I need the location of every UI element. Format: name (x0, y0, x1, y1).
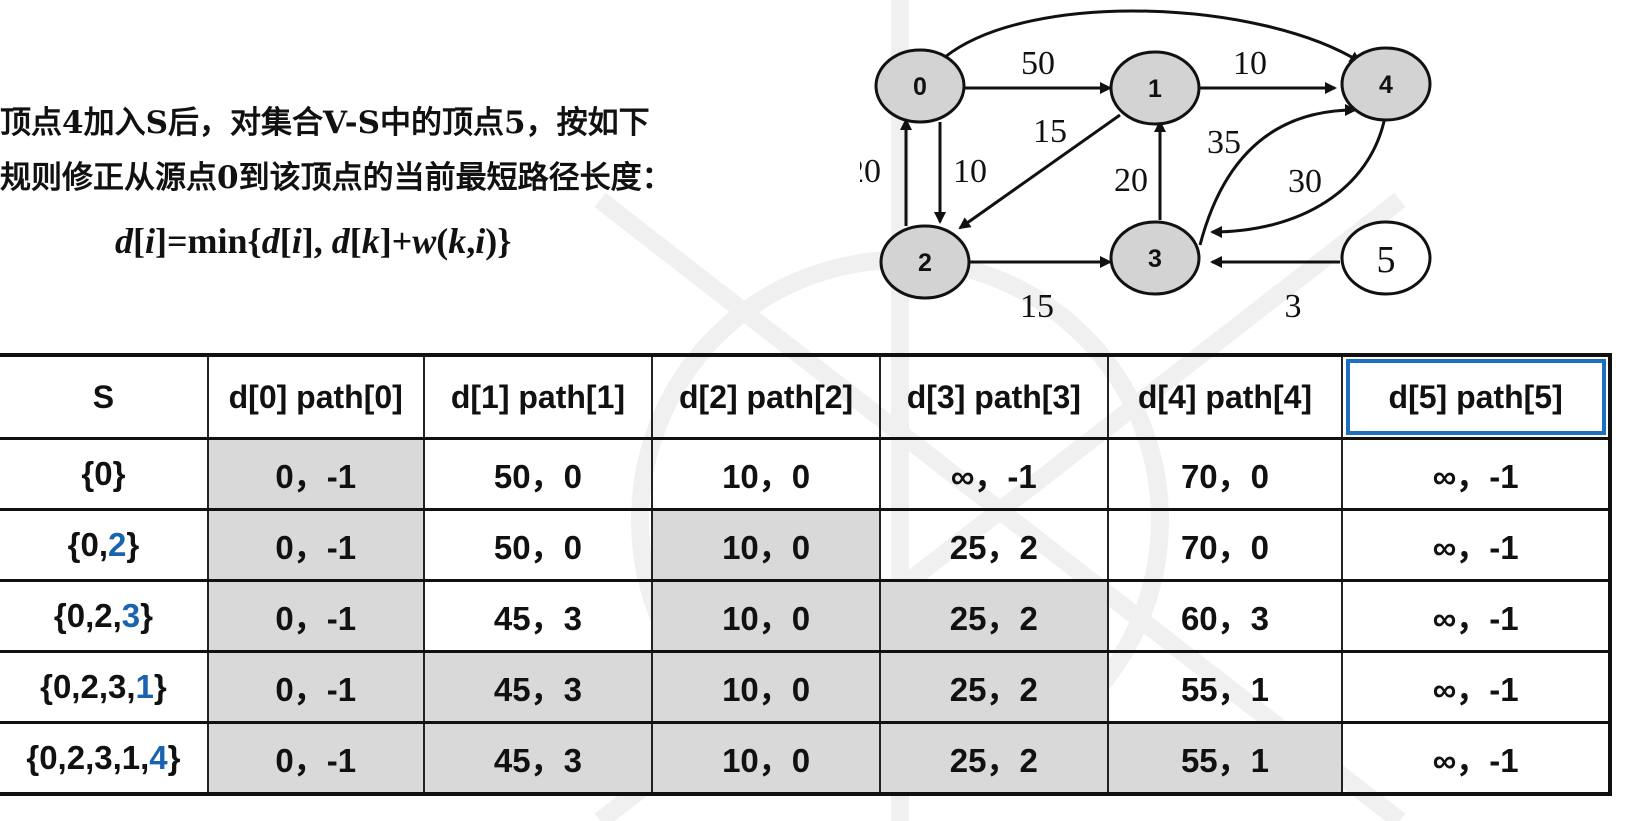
node-label-2: 2 (918, 249, 932, 277)
cell-d3: 25，2 (879, 721, 1109, 795)
header-d0: d[0] path[0] (207, 354, 425, 440)
weight-2-3: 15 (1020, 288, 1054, 325)
relaxation-formula: d[i]=min{d[i], d[k]+w(k,i)} (115, 221, 512, 261)
weight-0-1: 50 (1021, 45, 1055, 82)
description-line-2: 规则修正从源点0到该顶点的当前最短路径长度： (0, 160, 673, 196)
table-row: {0,2,3,1,4} 0，-1 45，3 10，0 25，2 55，1 ∞，-… (0, 721, 1611, 795)
header-d5-highlighted: d[5] path[5] (1342, 354, 1611, 440)
description-text: 顶点4加入S后，对集合V-S中的顶点5，按如下 规则修正从源点0到该顶点的当前最… (0, 96, 673, 206)
table-header-row: S d[0] path[0] d[1] path[1] d[2] path[2]… (0, 354, 1611, 440)
header-d3: d[3] path[3] (879, 354, 1109, 440)
cell-d2: 10，0 (652, 721, 881, 795)
header-d1: d[1] path[1] (423, 354, 654, 440)
weighted-digraph: 0 1 4 2 3 5 50 10 15 20 10 20 35 30 15 3 (860, 9, 1432, 325)
set-s-cell: {0,2,3,1} (0, 650, 209, 724)
cell-d0: 0，-1 (207, 721, 425, 795)
cell-d0: 0，-1 (207, 437, 425, 511)
weight-5-3: 3 (1285, 288, 1302, 325)
cell-d2: 10，0 (652, 508, 881, 582)
cell-d4: 55，1 (1107, 650, 1344, 724)
table-row: {0} 0，-1 50，0 10，0 ∞，-1 70，0 ∞，-1 (0, 437, 1611, 511)
cell-d5: ∞，-1 (1342, 508, 1611, 582)
cell-d5: ∞，-1 (1342, 650, 1611, 724)
node-label-5: 5 (1377, 239, 1396, 281)
weight-2-0: 20 (860, 153, 881, 190)
cell-d0: 0，-1 (207, 508, 425, 582)
weight-4-3: 30 (1288, 163, 1322, 200)
cell-d1: 50，0 (423, 508, 654, 582)
cell-d4: 70，0 (1107, 437, 1344, 511)
header-d4: d[4] path[4] (1107, 354, 1344, 440)
cell-d0: 0，-1 (207, 579, 425, 653)
table-row: {0,2,3,1} 0，-1 45，3 10，0 25，2 55，1 ∞，-1 (0, 650, 1611, 724)
header-s: S (0, 354, 209, 440)
cell-d2: 10，0 (652, 437, 881, 511)
dijkstra-table: S d[0] path[0] d[1] path[1] d[2] path[2]… (0, 353, 1612, 796)
cell-d3: 25，2 (879, 579, 1109, 653)
node-label-4: 4 (1379, 71, 1393, 99)
weight-3-4: 35 (1207, 124, 1241, 161)
cell-d5: ∞，-1 (1342, 437, 1611, 511)
cell-d5: ∞，-1 (1342, 721, 1611, 795)
weight-1-2: 15 (1033, 113, 1067, 150)
node-label-3: 3 (1148, 245, 1162, 273)
header-d2: d[2] path[2] (652, 354, 881, 440)
weight-0-2: 10 (953, 153, 987, 190)
description-line-1: 顶点4加入S后，对集合V-S中的顶点5，按如下 (0, 105, 650, 141)
cell-d2: 10，0 (652, 650, 881, 724)
cell-d4: 60，3 (1107, 579, 1344, 653)
cell-d1: 45，3 (423, 650, 654, 724)
cell-d2: 10，0 (652, 579, 881, 653)
cell-d4: 70，0 (1107, 508, 1344, 582)
cell-d3: ∞，-1 (879, 437, 1109, 511)
cell-d1: 45，3 (423, 721, 654, 795)
weight-3-1: 20 (1114, 162, 1148, 199)
set-s-cell: {0,2,3} (0, 579, 209, 653)
weight-1-4: 10 (1233, 45, 1267, 82)
cell-d3: 25，2 (879, 650, 1109, 724)
cell-d0: 0，-1 (207, 650, 425, 724)
cell-d1: 50，0 (423, 437, 654, 511)
table-row: {0,2} 0，-1 50，0 10，0 25，2 70，0 ∞，-1 (0, 508, 1611, 582)
set-s-cell: {0,2} (0, 508, 209, 582)
cell-d5: ∞，-1 (1342, 579, 1611, 653)
node-label-1: 1 (1148, 75, 1162, 103)
cell-d1: 45，3 (423, 579, 654, 653)
cell-d3: 25，2 (879, 508, 1109, 582)
set-s-cell: {0} (0, 437, 209, 511)
set-s-cell: {0,2,3,1,4} (0, 721, 209, 795)
cell-d4: 55，1 (1107, 721, 1344, 795)
node-label-0: 0 (913, 73, 927, 101)
table-row: {0,2,3} 0，-1 45，3 10，0 25，2 60，3 ∞，-1 (0, 579, 1611, 653)
